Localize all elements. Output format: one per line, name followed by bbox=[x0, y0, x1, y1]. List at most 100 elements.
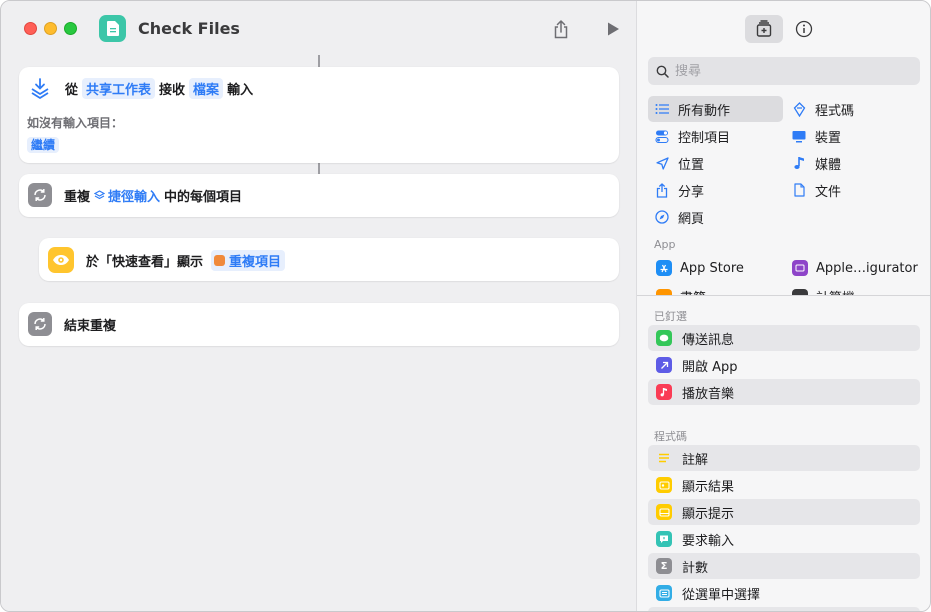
app-item[interactable]: 書籍 bbox=[656, 287, 706, 295]
category-device[interactable]: 裝置 bbox=[785, 123, 920, 149]
action-label: 播放音樂 bbox=[682, 386, 735, 402]
receive-input-action[interactable]: 從 共享工作表 接收 檔案 輸入 如沒有輸入項目： 繼續 bbox=[19, 67, 619, 163]
alert-icon bbox=[656, 504, 672, 520]
category-scripting[interactable]: 控制項目 bbox=[648, 123, 783, 149]
close-window-button[interactable] bbox=[24, 22, 37, 35]
zoom-window-button[interactable] bbox=[64, 22, 77, 35]
action-library-pane: 所有動作 控制項目 位置 分享 網頁 程式碼 裝置 媒體 bbox=[636, 1, 930, 611]
category-label: 裝置 bbox=[815, 130, 842, 146]
app-label: 書籍 bbox=[680, 287, 706, 295]
category-label: 控制項目 bbox=[678, 130, 731, 146]
no-input-label: 如沒有輸入項目： bbox=[27, 116, 124, 130]
receive-prefix: 從 bbox=[65, 82, 79, 98]
source-token[interactable]: 共享工作表 bbox=[82, 77, 156, 99]
repeat-icon bbox=[28, 312, 52, 336]
action-label: 計數 bbox=[682, 560, 709, 576]
code-action-show-alert[interactable]: 顯示提示 bbox=[648, 499, 920, 525]
quick-look-label: 於「快速查看」顯示 bbox=[86, 254, 204, 270]
code-action-choose-from-menu[interactable]: 從選單中選擇 bbox=[648, 580, 920, 606]
repeat-item-icon bbox=[214, 254, 226, 266]
category-web[interactable]: 網頁 bbox=[648, 204, 783, 230]
apps-section-header: App bbox=[654, 238, 676, 251]
app-store-icon bbox=[656, 260, 672, 276]
category-location[interactable]: 位置 bbox=[648, 150, 783, 176]
repeat-item-token[interactable]: 重複項目 bbox=[211, 249, 286, 271]
repeat-each-action[interactable]: 重複 捷徑輸入 中的每個項目 bbox=[19, 174, 619, 217]
shortcut-input-token-label: 捷徑輸入 bbox=[108, 189, 161, 205]
pinned-section-header: 已釘選 bbox=[654, 310, 687, 323]
code-icon bbox=[791, 101, 807, 117]
pinned-action-play-music[interactable]: 播放音樂 bbox=[648, 379, 920, 405]
library-add-icon bbox=[756, 20, 772, 37]
flow-connector bbox=[318, 163, 320, 174]
end-repeat-label: 結束重複 bbox=[64, 318, 117, 334]
category-media[interactable]: 媒體 bbox=[785, 150, 920, 176]
app-label: 計算機 bbox=[816, 287, 855, 295]
document-icon bbox=[791, 183, 807, 197]
monitor-icon bbox=[791, 130, 807, 143]
repeat-suffix: 中的每個項目 bbox=[164, 189, 243, 205]
category-code[interactable]: 程式碼 bbox=[785, 96, 920, 122]
sigma-icon: Σ bbox=[656, 558, 672, 574]
app-label: App Store bbox=[680, 260, 744, 276]
input-bubble-icon bbox=[656, 531, 672, 547]
category-label: 位置 bbox=[678, 157, 705, 173]
no-input-value-token[interactable]: 繼續 bbox=[27, 137, 60, 153]
toggle-icon bbox=[654, 130, 670, 143]
code-action-count[interactable]: Σ 計數 bbox=[648, 553, 920, 579]
repeat-icon bbox=[28, 183, 52, 207]
search-field[interactable] bbox=[648, 57, 920, 85]
info-icon bbox=[795, 20, 813, 38]
repeat-item-token-label: 重複項目 bbox=[229, 254, 282, 270]
category-all-actions[interactable]: 所有動作 bbox=[648, 96, 783, 122]
category-label: 媒體 bbox=[815, 157, 842, 173]
arrow-up-right-icon bbox=[656, 357, 672, 373]
quick-look-action[interactable]: 於「快速查看」顯示 重複項目 bbox=[39, 238, 619, 281]
music-note-icon bbox=[791, 156, 807, 170]
list-icon bbox=[654, 103, 670, 115]
shortcut-input-token[interactable]: 捷徑輸入 bbox=[94, 186, 160, 205]
code-action-comment[interactable]: 註解 bbox=[648, 445, 920, 471]
shortcut-document-icon bbox=[99, 15, 126, 42]
shortcuts-window: Check Files 從 共享工作表 接收 檔案 輸入 如沒有輸入項目： 繼續… bbox=[0, 0, 931, 612]
share-button[interactable] bbox=[549, 17, 573, 41]
category-documents[interactable]: 文件 bbox=[785, 177, 920, 203]
action-label: 顯示結果 bbox=[682, 479, 735, 495]
share-icon bbox=[654, 182, 670, 198]
repeat-label: 重複 bbox=[64, 189, 91, 205]
run-button[interactable] bbox=[601, 17, 625, 41]
code-action-ask-input[interactable]: 要求輸入 bbox=[648, 526, 920, 552]
code-action-show-result[interactable]: 顯示結果 bbox=[648, 472, 920, 498]
next-action-row-peek bbox=[648, 607, 920, 611]
share-icon bbox=[554, 19, 568, 38]
minimize-window-button[interactable] bbox=[44, 22, 57, 35]
window-title[interactable]: Check Files bbox=[138, 19, 240, 38]
message-bubble-icon bbox=[656, 330, 672, 346]
category-label: 分享 bbox=[678, 184, 705, 200]
details-button[interactable] bbox=[785, 15, 823, 43]
category-label: 網頁 bbox=[678, 211, 705, 227]
code-section-header: 程式碼 bbox=[654, 430, 687, 443]
editor-pane: Check Files 從 共享工作表 接收 檔案 輸入 如沒有輸入項目： 繼續… bbox=[1, 1, 636, 611]
category-label: 文件 bbox=[815, 184, 842, 200]
flow-connector bbox=[318, 55, 320, 67]
apps-overflow-row: 書籍 計算機 bbox=[637, 283, 930, 295]
action-library-button[interactable] bbox=[745, 15, 783, 43]
app-item[interactable]: Apple…igurator bbox=[792, 260, 918, 276]
pinned-action-send-message[interactable]: 傳送訊息 bbox=[648, 325, 920, 351]
category-label: 所有動作 bbox=[678, 103, 731, 119]
play-icon bbox=[608, 22, 619, 36]
search-input[interactable] bbox=[675, 63, 905, 79]
action-label: 開啟 App bbox=[682, 359, 738, 375]
section-divider bbox=[637, 295, 930, 296]
shortcut-layers-icon bbox=[94, 189, 106, 199]
app-item[interactable]: App Store bbox=[656, 260, 744, 276]
receive-icon bbox=[29, 77, 51, 99]
category-label: 程式碼 bbox=[815, 103, 855, 119]
end-repeat-action[interactable]: 結束重複 bbox=[19, 303, 619, 346]
app-item[interactable]: 計算機 bbox=[792, 287, 855, 295]
type-token[interactable]: 檔案 bbox=[189, 77, 224, 99]
pinned-action-open-app[interactable]: 開啟 App bbox=[648, 352, 920, 378]
apple-configurator-icon bbox=[792, 260, 808, 276]
category-sharing[interactable]: 分享 bbox=[648, 177, 783, 203]
